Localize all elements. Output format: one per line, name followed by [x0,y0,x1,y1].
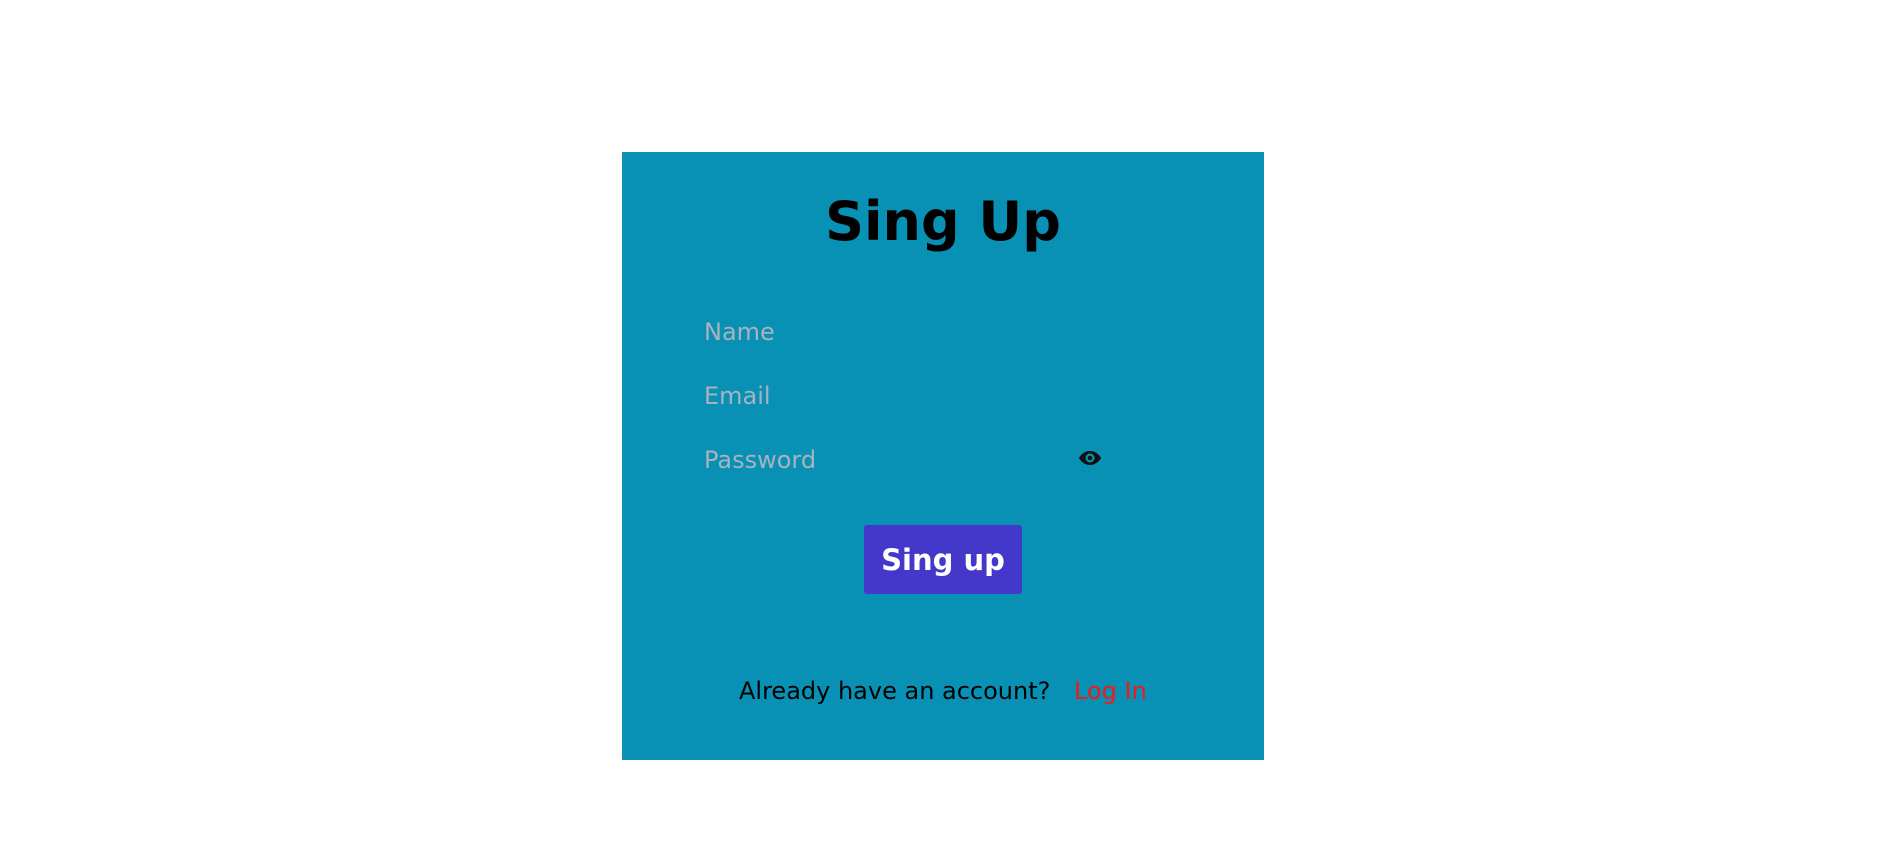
email-field[interactable] [700,374,1104,418]
eye-icon[interactable] [1078,446,1102,470]
signup-button[interactable]: Sing up [864,525,1022,594]
password-field[interactable] [700,438,1064,482]
signup-card: Sing Up Sing up Already have an account?… [622,152,1264,760]
name-field[interactable] [700,310,1104,354]
page: Sing Up Sing up Already have an account?… [0,0,1881,848]
login-link[interactable]: Log In [1074,677,1147,705]
login-question: Already have an account? [739,677,1051,705]
login-prompt: Already have an account? Log In [739,676,1147,705]
page-title: Sing Up [825,190,1061,253]
